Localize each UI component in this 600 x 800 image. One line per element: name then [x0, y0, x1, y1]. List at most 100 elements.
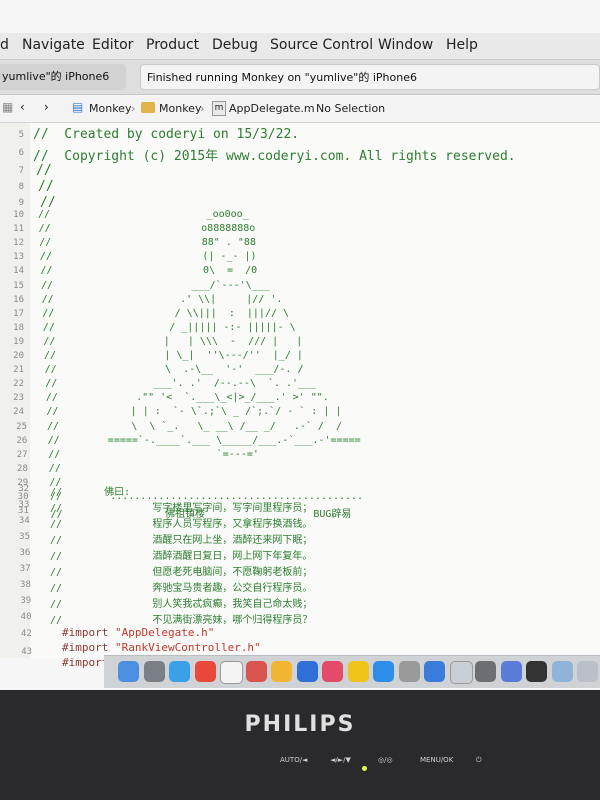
- monitor-button-mode[interactable]: ◎/◎: [378, 756, 393, 764]
- ascii-art-line: // \ \ `_. \_ __\ /__ _/ .-` / /: [47, 420, 343, 432]
- menu-item-product[interactable]: Product: [146, 37, 199, 53]
- import-keyword: #import: [62, 641, 115, 654]
- breadcrumb-project[interactable]: Monkey: [89, 102, 131, 115]
- chevron-right-icon: ›: [200, 102, 205, 115]
- menu-bar: d Navigate Editor Product Debug Source C…: [0, 33, 600, 60]
- terminal-icon[interactable]: [526, 661, 547, 682]
- music-icon[interactable]: [322, 661, 343, 682]
- monitor-button-menu[interactable]: MENU/OK: [420, 756, 453, 764]
- trash-icon[interactable]: [577, 661, 598, 682]
- breadcrumb-selection[interactable]: No Selection: [316, 102, 385, 115]
- comment-line: //: [36, 163, 52, 178]
- grid-icon[interactable]: ▦: [2, 100, 13, 114]
- line-number: 16: [13, 294, 24, 305]
- appstore-icon[interactable]: [373, 661, 394, 682]
- dock: [104, 655, 600, 688]
- forward-arrow-icon[interactable]: ›: [44, 100, 49, 114]
- messages-icon[interactable]: [347, 661, 369, 682]
- line-number: 5: [18, 130, 24, 140]
- poem-line: // 佛曰:: [50, 487, 131, 498]
- ascii-art-line: // | | \\\ - /// | |: [43, 335, 303, 347]
- line-number: 42: [20, 629, 32, 639]
- tab-activity-status[interactable]: Finished running Monkey on "yumlive"的 iP…: [140, 64, 600, 90]
- poem-line: // 别人笑我忒疯癫，我笑自己命太贱；: [50, 599, 313, 610]
- poem-line: // 写字楼里写字间，写字间里程序员；: [50, 503, 313, 514]
- calendar-icon[interactable]: [220, 661, 243, 684]
- line-number: 38: [20, 580, 31, 590]
- monitor-power-button[interactable]: ⏻: [476, 756, 482, 765]
- ascii-art-line: // | | : `- \`.;`\ _ /`;.`/ - ` : | |: [46, 406, 342, 418]
- monitor-button-input[interactable]: ◄/►/▼: [330, 756, 351, 764]
- line-number: 20: [13, 351, 24, 361]
- line-number: 6: [18, 148, 24, 158]
- line-number: 37: [19, 564, 31, 574]
- tab-scheme-device[interactable]: yumlive"的 iPhone6: [0, 64, 126, 90]
- finder-icon[interactable]: [118, 661, 139, 682]
- source-file-icon: m: [212, 101, 226, 116]
- ascii-art-line: // | \_| ''\---/'' |_/ |: [44, 350, 303, 361]
- folder-icon[interactable]: [551, 661, 573, 682]
- menu-item-navigate[interactable]: Navigate: [22, 37, 85, 53]
- xcode-icon[interactable]: [296, 661, 318, 682]
- simulator-icon[interactable]: [500, 661, 522, 682]
- chrome-icon[interactable]: [194, 661, 216, 682]
- menu-item-help[interactable]: Help: [446, 37, 478, 53]
- app-icon[interactable]: [245, 661, 267, 682]
- menu-item-window[interactable]: Window: [378, 37, 433, 53]
- import-line: #import "AppDelegate.h": [62, 626, 214, 639]
- line-number: 32: [18, 484, 30, 494]
- ascii-art-line: //: [48, 462, 61, 474]
- menu-item-editor[interactable]: Editor: [92, 37, 133, 53]
- menu-item-truncated[interactable]: d: [0, 37, 9, 53]
- header-comment-line: // Created by coderyi on 15/3/22.: [33, 127, 300, 142]
- line-number: 36: [19, 548, 31, 558]
- preview-icon[interactable]: [449, 661, 473, 684]
- breadcrumb-file[interactable]: AppDelegate.m: [229, 102, 315, 115]
- breadcrumb-group[interactable]: Monkey: [159, 102, 201, 115]
- ascii-art-line: // =====`-.____`.___ \_____/___.-`___.-'…: [47, 434, 361, 446]
- line-number: 28: [17, 463, 28, 474]
- header-comment-line: // Copyright (c) 2015年 www.coderyi.com. …: [33, 149, 516, 164]
- sketch-icon[interactable]: [271, 661, 292, 682]
- line-number: 35: [19, 532, 30, 542]
- globe-icon[interactable]: [424, 661, 445, 682]
- line-number: 24: [13, 407, 24, 418]
- comment-line: //: [40, 195, 56, 210]
- line-number: 11: [13, 224, 24, 235]
- ascii-art-line: // 0\ = /0: [40, 265, 258, 277]
- line-number: 25: [16, 421, 27, 432]
- line-number: 14: [13, 266, 24, 277]
- line-number: 43: [21, 647, 33, 657]
- line-number: 9: [18, 198, 24, 208]
- poem-line: // 奔驰宝马贵者趣，公交自行程序员。: [50, 583, 313, 594]
- line-number: 15: [13, 280, 24, 291]
- poem-line: // 酒醉酒醒日复日，网上网下年复年。: [50, 551, 313, 562]
- code-editor[interactable]: 5 6 7 8 9 10 11 12 13 14 15 16 17 18 19 20 21 22 23 24 25 26 2…: [0, 123, 600, 669]
- line-number: 40: [20, 612, 32, 622]
- ascii-art-line: // / \\||| : |||// \: [42, 307, 290, 319]
- ascii-art-line: // / _||||| -:- |||||- \: [42, 321, 296, 333]
- project-icon: ▤: [72, 100, 84, 114]
- monitor-brand-logo: PHILIPS: [244, 712, 356, 737]
- tools-icon[interactable]: [475, 661, 496, 682]
- line-number: 12: [13, 238, 24, 249]
- safari-icon[interactable]: [169, 661, 190, 682]
- line-number: 7: [18, 166, 24, 176]
- monitor-button-auto[interactable]: AUTO/◄: [280, 756, 307, 764]
- settings-icon[interactable]: [398, 661, 420, 682]
- ascii-art-line: // _oo0oo_: [38, 209, 249, 220]
- line-number: 10: [13, 210, 24, 220]
- menu-item-debug[interactable]: Debug: [212, 37, 258, 53]
- ascii-art-line: // (| -_- |): [39, 251, 257, 263]
- monitor-screen: d Navigate Editor Product Debug Source C…: [0, 0, 600, 690]
- line-number: 21: [13, 365, 24, 376]
- code-area[interactable]: // Created by coderyi on 15/3/22. // Copy…: [30, 123, 600, 669]
- ascii-art-line: // ___'. .' /--.--\ `. .'___: [45, 378, 317, 390]
- line-number: 13: [13, 252, 24, 263]
- launchpad-icon[interactable]: [143, 661, 165, 682]
- back-arrow-icon[interactable]: ‹: [20, 100, 25, 114]
- ascii-art-line: // o8888888o: [38, 223, 256, 235]
- menu-item-source-control[interactable]: Source Control: [270, 37, 373, 53]
- ascii-art-line: // 88" . "88: [39, 237, 256, 249]
- line-number: 27: [16, 449, 28, 460]
